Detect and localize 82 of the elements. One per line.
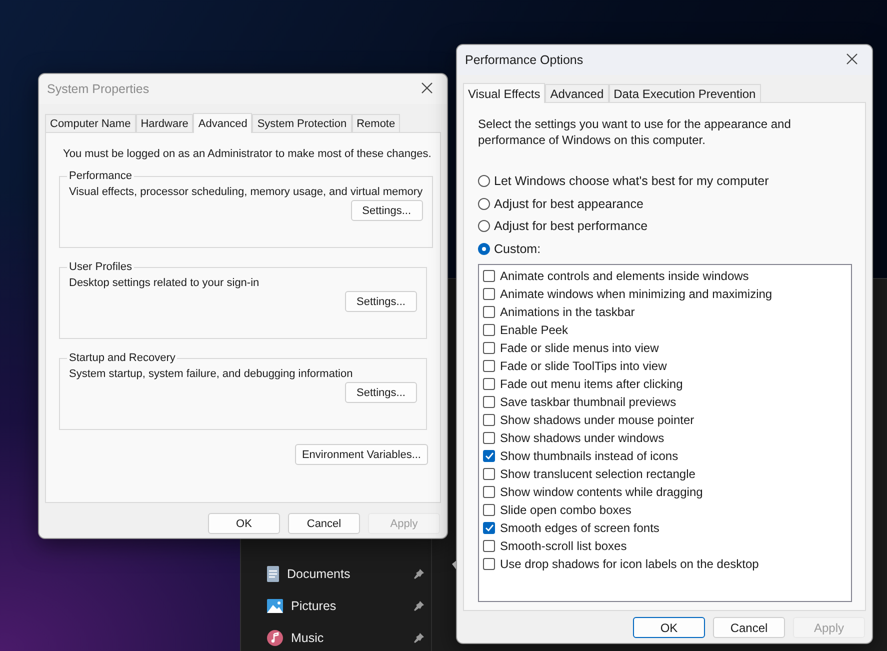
group-description: Visual effects, processor scheduling, memory usage, and virtual memory xyxy=(69,185,423,200)
navigation-item[interactable]: Documents xyxy=(287,567,405,581)
checkbox[interactable] xyxy=(483,468,495,480)
pin-icon[interactable] xyxy=(413,568,425,580)
checkbox[interactable] xyxy=(483,486,495,498)
navigation-item[interactable]: Pictures xyxy=(291,599,405,613)
tab[interactable]: Computer Name xyxy=(45,114,136,132)
group-title: Performance xyxy=(68,170,133,182)
effect-option[interactable]: Animate windows when minimizing and maximizing xyxy=(483,284,847,302)
radio-button[interactable] xyxy=(478,175,490,187)
effect-option[interactable]: Use drop shadows for icon labels on the desktop xyxy=(483,554,847,572)
checkbox[interactable] xyxy=(483,270,495,282)
group-title: Startup and Recovery xyxy=(68,352,176,364)
settings-button[interactable]: Settings... xyxy=(345,382,417,403)
environment-variables-button[interactable]: Environment Variables... xyxy=(294,444,428,465)
effect-option[interactable]: Show shadows under mouse pointer xyxy=(483,410,847,428)
radio-option[interactable]: Custom: xyxy=(478,238,852,260)
effect-option[interactable]: Show window contents while dragging xyxy=(483,482,847,500)
group-title: User Profiles xyxy=(68,261,133,273)
settings-button[interactable]: Settings... xyxy=(345,291,417,312)
checkbox[interactable] xyxy=(483,378,495,390)
checkbox[interactable] xyxy=(483,540,495,552)
picture-icon xyxy=(267,599,283,613)
navigation-item[interactable]: Music xyxy=(291,631,405,645)
effect-option[interactable]: Show translucent selection rectangle xyxy=(483,464,847,482)
checkbox[interactable] xyxy=(483,342,495,354)
checkbox[interactable] xyxy=(483,396,495,408)
window-title: System Properties xyxy=(47,82,150,96)
music-icon xyxy=(267,630,283,646)
tab[interactable]: Advanced xyxy=(545,84,609,102)
effect-option[interactable]: Smooth edges of screen fonts xyxy=(483,518,847,536)
effect-option[interactable]: Fade or slide ToolTips into view xyxy=(483,356,847,374)
radio-button[interactable] xyxy=(478,220,490,232)
radio-option[interactable]: Adjust for best appearance xyxy=(478,192,852,214)
checkbox[interactable] xyxy=(483,306,495,318)
effect-option[interactable]: Fade out menu items after clicking xyxy=(483,374,847,392)
effect-option[interactable]: Animate controls and elements inside windows xyxy=(483,266,847,284)
tab[interactable]: Advanced xyxy=(193,113,252,133)
checkbox[interactable] xyxy=(483,432,495,444)
close-icon xyxy=(421,82,433,94)
checkbox[interactable] xyxy=(483,288,495,300)
dialog-button[interactable]: OK xyxy=(208,513,280,534)
checkbox[interactable] xyxy=(483,450,495,462)
effect-option[interactable]: Slide open combo boxes xyxy=(483,500,847,518)
tab[interactable]: Data Execution Prevention xyxy=(608,84,761,102)
close-icon xyxy=(846,53,858,65)
radio-option[interactable]: Adjust for best performance xyxy=(478,215,852,237)
tab[interactable]: Hardware xyxy=(136,114,194,132)
group-description: Desktop settings related to your sign-in xyxy=(69,276,260,291)
close-button[interactable] xyxy=(421,82,435,96)
tab[interactable]: Remote xyxy=(352,114,400,132)
tab[interactable]: System Protection xyxy=(252,114,352,132)
effect-option[interactable]: Fade or slide menus into view xyxy=(483,338,847,356)
effect-option[interactable]: Animations in the taskbar xyxy=(483,302,847,320)
close-button[interactable] xyxy=(846,53,860,67)
pin-icon[interactable] xyxy=(413,600,425,612)
checkbox[interactable] xyxy=(483,324,495,336)
dialog-button[interactable]: OK xyxy=(633,617,705,638)
radio-button[interactable] xyxy=(478,198,490,210)
checkbox[interactable] xyxy=(483,558,495,570)
radio-button[interactable] xyxy=(478,242,490,254)
window-title: Performance Options xyxy=(465,53,584,67)
group-description: System startup, system failure, and debugging information xyxy=(69,367,354,382)
intro-text: Select the settings you want to use for the appearance and performance of Windows on this computer. xyxy=(478,116,792,148)
check-icon xyxy=(484,452,494,460)
checkbox[interactable] xyxy=(483,360,495,372)
effect-option[interactable]: Smooth-scroll list boxes xyxy=(483,536,847,554)
effect-option[interactable]: Save taskbar thumbnail previews xyxy=(483,392,847,410)
effect-option[interactable]: Enable Peek xyxy=(483,320,847,338)
checkbox[interactable] xyxy=(483,504,495,516)
effect-option[interactable]: Show shadows under windows xyxy=(483,428,847,446)
check-icon xyxy=(484,524,494,532)
pin-icon[interactable] xyxy=(413,632,425,644)
checkbox[interactable] xyxy=(483,522,495,534)
settings-button[interactable]: Settings... xyxy=(350,200,423,221)
document-icon xyxy=(267,566,279,582)
checkbox[interactable] xyxy=(483,414,495,426)
tab[interactable]: Visual Effects xyxy=(463,83,546,103)
dialog-button[interactable]: Cancel xyxy=(713,617,785,638)
effect-option[interactable]: Show thumbnails instead of icons xyxy=(483,446,847,464)
dialog-button[interactable]: Cancel xyxy=(288,513,360,534)
radio-option[interactable]: Let Windows choose what's best for my computer xyxy=(478,170,852,192)
